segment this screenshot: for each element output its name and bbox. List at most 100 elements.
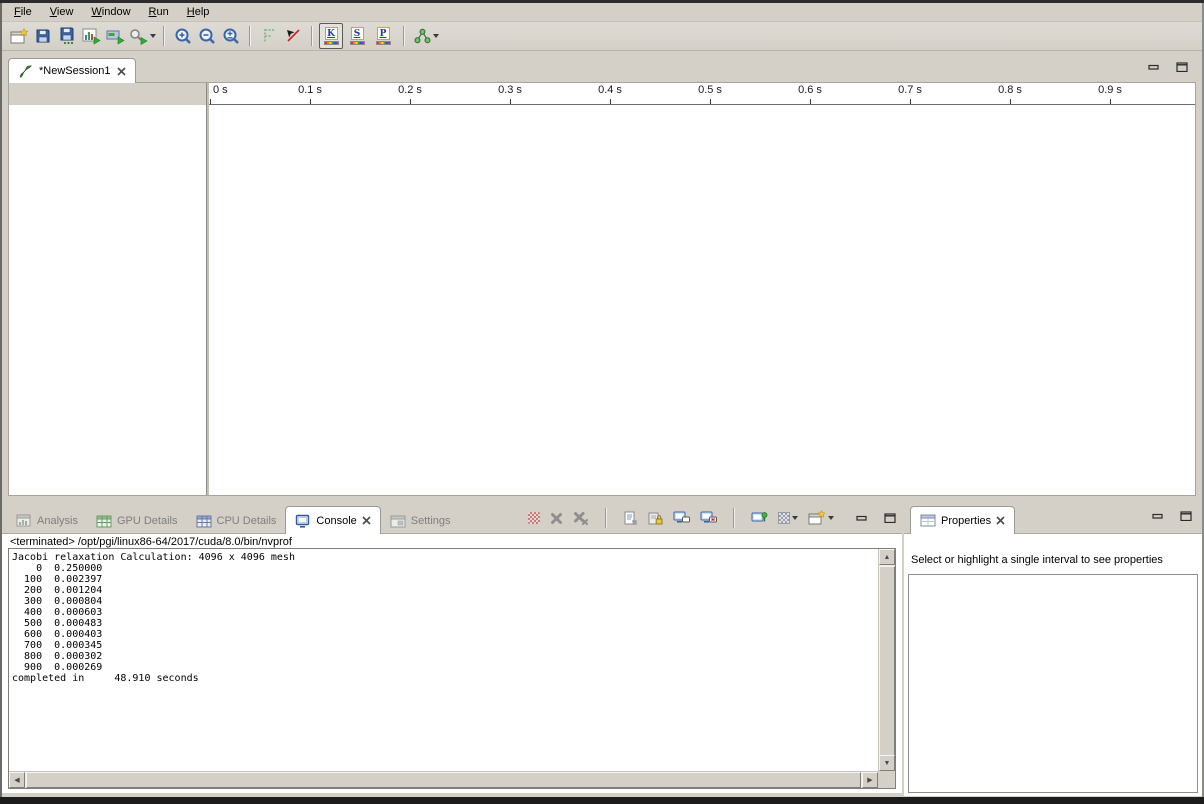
ruler-tick: 0.4 s [610, 83, 611, 104]
minimize-icon[interactable] [856, 513, 868, 523]
ruler-tick: 0.7 s [910, 83, 911, 104]
scroll-down-arrow[interactable]: ▼ [879, 755, 895, 771]
ruler-tick-label: 0.4 s [598, 84, 622, 96]
process-letter: P [377, 27, 390, 40]
ruler-tick-label: 0.3 s [498, 84, 522, 96]
maximize-icon[interactable] [884, 513, 896, 523]
pin-console-icon [751, 511, 768, 526]
console-line: 100 0.002397 [12, 574, 876, 585]
console-output[interactable]: Jacobi relaxation Calculation: 4096 x 40… [12, 552, 876, 769]
zoom-fit-icon [222, 27, 240, 45]
zoom-out-button[interactable] [195, 24, 219, 49]
tab-settings-label: Settings [411, 515, 451, 527]
ruler-corner [9, 83, 206, 105]
console-horizontal-scrollbar[interactable]: ◀ ▶ [9, 771, 878, 788]
editor-tab-row: *NewSession1 [8, 57, 1196, 82]
new-session-button[interactable] [7, 24, 31, 49]
run-application-icon [106, 28, 125, 45]
clear-console-button[interactable] [623, 511, 638, 526]
stream-color-mode-button[interactable]: S [345, 23, 369, 49]
ruler-tick-label: 0.8 s [998, 84, 1022, 96]
timeline-ruler[interactable]: 0 s0.1 s0.2 s0.3 s0.4 s0.5 s0.6 s0.7 s0.… [209, 83, 1195, 105]
close-icon[interactable] [996, 516, 1005, 525]
console-vertical-scrollbar[interactable]: ▲ ▼ [878, 549, 895, 771]
console-line: completed in 48.910 seconds [12, 673, 876, 684]
menu-file[interactable]: File [10, 4, 40, 21]
scroll-right-arrow[interactable]: ▶ [862, 772, 878, 788]
zoom-in-button[interactable] [171, 24, 195, 49]
pin-console-button[interactable] [751, 511, 768, 526]
properties-empty-table[interactable] [908, 574, 1198, 793]
tab-gpu-details[interactable]: GPU Details [87, 509, 187, 533]
scroll-up-arrow[interactable]: ▲ [879, 549, 895, 565]
analysis-tree-dropdown-caret[interactable] [433, 34, 439, 38]
toolbar-separator [249, 26, 251, 46]
console-line: 0 0.250000 [12, 563, 876, 574]
minimize-icon[interactable] [1152, 511, 1164, 521]
open-console-button[interactable] [808, 510, 834, 526]
kernel-color-mode-button[interactable]: K [319, 23, 343, 49]
vertical-scroll-thumb[interactable] [879, 566, 895, 762]
close-icon[interactable] [117, 67, 126, 76]
console-tab-icon [295, 514, 311, 528]
minimize-icon[interactable] [1148, 62, 1160, 72]
ruler-tick: 0.5 s [710, 83, 711, 104]
ruler-tick: 0.8 s [1010, 83, 1011, 104]
kernel-letter: K [325, 27, 338, 40]
maximize-icon[interactable] [1176, 62, 1188, 72]
console-line: 900 0.000269 [12, 662, 876, 673]
session-tab-label: *NewSession1 [39, 65, 111, 77]
tab-properties[interactable]: Properties [910, 506, 1015, 534]
close-icon[interactable] [362, 516, 371, 525]
remove-all-terminated-button[interactable] [573, 511, 589, 525]
menu-run[interactable]: Run [145, 4, 177, 21]
menu-help[interactable]: Help [183, 4, 218, 21]
show-stdout-button[interactable] [673, 511, 690, 526]
menu-window[interactable]: Window [87, 4, 138, 21]
scroll-left-arrow[interactable]: ◀ [9, 772, 25, 788]
reset-view-button[interactable] [281, 24, 305, 49]
ruler-tick-mark [810, 99, 811, 104]
timeline-row-tree[interactable] [9, 105, 206, 495]
tab-console[interactable]: Console [285, 506, 380, 534]
analysis-tree-button[interactable] [411, 24, 441, 49]
run-application-button[interactable] [103, 24, 127, 49]
scroll-lock-button[interactable] [648, 511, 663, 526]
tab-analysis[interactable]: Analysis [7, 509, 87, 533]
display-selected-console-icon [778, 512, 790, 524]
console-line: 400 0.000603 [12, 607, 876, 618]
tab-cpu-details[interactable]: CPU Details [187, 509, 286, 533]
generate-timeline-button[interactable] [79, 24, 103, 49]
tab-settings[interactable]: Settings [381, 509, 460, 533]
analysis-tree-icon [414, 28, 431, 44]
show-stderr-icon [700, 511, 717, 526]
filter-intervals-button[interactable] [257, 24, 281, 49]
menu-view[interactable]: View [46, 4, 82, 21]
console-text-widget[interactable]: Jacobi relaxation Calculation: 4096 x 40… [8, 548, 896, 789]
ruler-tick-mark [210, 99, 211, 104]
display-console-dropdown-caret[interactable] [792, 516, 798, 520]
save-button[interactable] [31, 24, 55, 49]
properties-message: Select or highlight a single interval to… [911, 554, 1163, 566]
examine-application-button[interactable] [127, 24, 157, 49]
remove-launch-button[interactable] [550, 512, 563, 525]
console-line: 600 0.000403 [12, 629, 876, 640]
display-selected-console-button[interactable] [778, 512, 798, 524]
properties-tab-icon [920, 514, 936, 527]
console-content: <terminated> /opt/pgi/linux86-64/2017/cu… [1, 533, 902, 793]
terminate-button[interactable] [528, 512, 540, 524]
timeline-canvas[interactable] [209, 105, 1195, 495]
timeline-editor: 0 s0.1 s0.2 s0.3 s0.4 s0.5 s0.6 s0.7 s0.… [8, 82, 1196, 496]
tab-analysis-label: Analysis [37, 515, 78, 527]
examine-dropdown-caret[interactable] [150, 34, 156, 38]
save-as-button[interactable] [55, 24, 79, 49]
toolbar-separator [311, 26, 313, 46]
show-stderr-button[interactable] [700, 511, 717, 526]
process-color-mode-button[interactable]: P [371, 23, 395, 49]
open-console-dropdown-caret[interactable] [828, 516, 834, 520]
maximize-icon[interactable] [1180, 511, 1192, 521]
horizontal-scroll-thumb[interactable] [26, 772, 861, 788]
session-tab[interactable]: *NewSession1 [8, 58, 136, 83]
properties-view: Properties Select or highlight a single … [904, 503, 1202, 800]
zoom-fit-button[interactable] [219, 24, 243, 49]
